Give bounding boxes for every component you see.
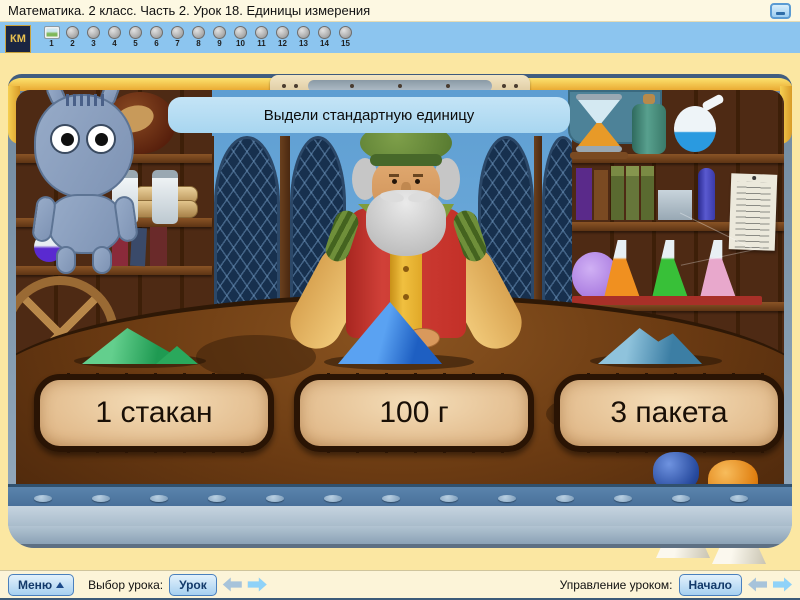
menu-button[interactable]: Меню bbox=[8, 574, 74, 596]
wizard-eye bbox=[392, 179, 397, 184]
answer-label: 1 стакан bbox=[95, 396, 212, 430]
step-item-7[interactable]: 7 bbox=[167, 25, 188, 48]
mascot-leg bbox=[56, 246, 76, 274]
question-bubble: Выдели стандартную единицу bbox=[168, 97, 570, 133]
answer-option-1[interactable]: 1 стакан bbox=[34, 374, 274, 452]
lesson-back-arrow-icon[interactable] bbox=[223, 578, 242, 592]
step-item-5[interactable]: 5 bbox=[125, 25, 146, 48]
lesson-start-button[interactable]: Начало bbox=[679, 574, 742, 596]
mascot-leg bbox=[92, 246, 112, 274]
lesson-forward-arrow-icon[interactable] bbox=[248, 578, 267, 592]
step-item-15[interactable]: 15 bbox=[335, 25, 356, 48]
jar-icon bbox=[152, 170, 178, 224]
plate-screw-icon bbox=[398, 84, 402, 88]
step-dot-icon bbox=[171, 26, 184, 39]
step-dot-icon bbox=[255, 26, 268, 39]
lesson-button-label: Урок bbox=[179, 578, 207, 592]
step-item-14[interactable]: 14 bbox=[314, 25, 335, 48]
step-dot-icon bbox=[318, 26, 331, 39]
plate-rivet-icon bbox=[294, 84, 298, 88]
lesson-steps-toolbar: КМ 1 2 3 4 5 6 7 8 9 10 11 12 13 14 15 bbox=[0, 22, 800, 53]
answer-label: 3 пакета bbox=[610, 396, 727, 430]
step-dot-icon bbox=[66, 26, 79, 39]
red-stand bbox=[572, 296, 762, 305]
wizard-brow bbox=[389, 174, 399, 177]
book-spine bbox=[611, 166, 624, 220]
mascot-body bbox=[48, 194, 122, 254]
step-item-9[interactable]: 9 bbox=[209, 25, 230, 48]
plate-rivet-icon bbox=[514, 84, 518, 88]
plate-screw-icon bbox=[350, 84, 354, 88]
plush-mascot bbox=[28, 90, 146, 277]
plate-rivet-icon bbox=[502, 84, 506, 88]
step-dot-icon bbox=[297, 26, 310, 39]
minimize-icon bbox=[776, 12, 785, 15]
beret-band bbox=[370, 154, 442, 166]
book-spine bbox=[576, 168, 592, 220]
step-dot-icon bbox=[192, 26, 205, 39]
lesson-control-label: Управление уроком: bbox=[560, 578, 673, 592]
answer-option-2[interactable]: 100 г bbox=[294, 374, 534, 452]
step-item-10[interactable]: 10 bbox=[230, 25, 251, 48]
step-dot-icon bbox=[339, 26, 352, 39]
step-item-6[interactable]: 6 bbox=[146, 25, 167, 48]
application-window: Математика. 2 класс. Часть 2. Урок 18. Е… bbox=[0, 0, 800, 600]
step-item-11[interactable]: 11 bbox=[251, 25, 272, 48]
plate-rivet-icon bbox=[282, 84, 286, 88]
km-logo: КМ bbox=[5, 25, 31, 53]
metal-ledge bbox=[8, 484, 792, 548]
control-bar: Меню Выбор урока: Урок Управление уроком… bbox=[0, 570, 800, 600]
tunic-button bbox=[403, 294, 409, 300]
answer-label: 100 г bbox=[379, 396, 448, 430]
step-dot-icon bbox=[87, 26, 100, 39]
control-back-arrow-icon[interactable] bbox=[748, 578, 767, 592]
book-spine bbox=[150, 227, 167, 266]
current-slide-icon bbox=[44, 26, 60, 39]
answer-option-3[interactable]: 3 пакета bbox=[554, 374, 784, 452]
step-dot-icon bbox=[276, 26, 289, 39]
step-dot-icon bbox=[213, 26, 226, 39]
step-dot-icon bbox=[234, 26, 247, 39]
window-title: Математика. 2 класс. Часть 2. Урок 18. Е… bbox=[8, 3, 370, 18]
wizard-beard bbox=[366, 190, 446, 256]
round-flask-icon bbox=[674, 106, 716, 152]
hourglass-icon bbox=[576, 94, 622, 152]
step-item-2[interactable]: 2 bbox=[62, 25, 83, 48]
lesson-start-label: Начало bbox=[689, 578, 732, 592]
menu-button-label: Меню bbox=[18, 578, 52, 592]
blue-cylinder-icon bbox=[698, 168, 715, 220]
step-dot-icon bbox=[129, 26, 142, 39]
book-spine bbox=[641, 166, 654, 220]
step-dot-icon bbox=[150, 26, 163, 39]
mascot-eye bbox=[86, 124, 116, 154]
wizard-eye bbox=[415, 179, 420, 184]
plate-screw-icon bbox=[446, 84, 450, 88]
alchemist-scene: Выдели стандартную единицу 1 стакан 100 … bbox=[16, 90, 784, 484]
step-item-12[interactable]: 12 bbox=[272, 25, 293, 48]
menu-arrow-icon bbox=[56, 582, 64, 588]
minimize-button[interactable] bbox=[770, 3, 791, 19]
book-spine bbox=[626, 166, 639, 220]
lesson-select-label: Выбор урока: bbox=[88, 578, 163, 592]
book-spine bbox=[594, 170, 608, 220]
lesson-button[interactable]: Урок bbox=[169, 574, 217, 596]
step-item-3[interactable]: 3 bbox=[83, 25, 104, 48]
tunic-button bbox=[403, 266, 409, 272]
step-item-4[interactable]: 4 bbox=[104, 25, 125, 48]
mascot-head bbox=[34, 94, 134, 198]
scene-frame: Выдели стандартную единицу 1 стакан 100 … bbox=[8, 74, 792, 548]
title-bar: Математика. 2 класс. Часть 2. Урок 18. Е… bbox=[0, 0, 800, 22]
step-item-1[interactable]: 1 bbox=[41, 25, 62, 48]
question-text: Выдели стандартную единицу bbox=[264, 107, 475, 124]
control-forward-arrow-icon[interactable] bbox=[773, 578, 792, 592]
step-item-13[interactable]: 13 bbox=[293, 25, 314, 48]
mascot-hair bbox=[66, 94, 104, 106]
step-dot-icon bbox=[108, 26, 121, 39]
potion-bottle-icon bbox=[632, 104, 666, 154]
wizard-brow bbox=[413, 174, 423, 177]
step-item-8[interactable]: 8 bbox=[188, 25, 209, 48]
mascot-eye bbox=[50, 124, 80, 154]
